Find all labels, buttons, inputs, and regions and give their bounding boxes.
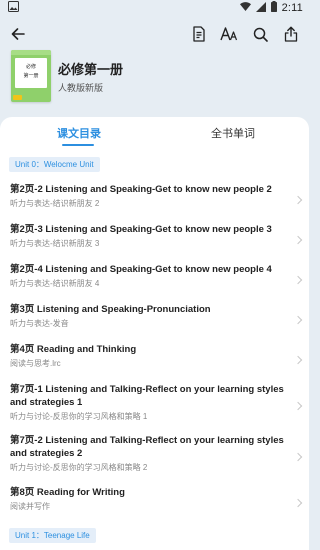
book-title: 必修第一册 [58,62,124,77]
lesson-item[interactable]: 第8页 Reading for Writing 阅读并写作 [10,486,309,512]
font-size-button[interactable] [217,22,241,46]
lesson-item[interactable]: 第2页-2 Listening and Speaking-Get to know… [10,183,309,209]
status-bar: 2:11 [0,0,309,16]
book-edition: 人教版新版 [58,83,104,93]
lesson-title: 第3页 Listening and Speaking-Pronunciation [10,304,211,315]
battery-icon [270,1,277,15]
content-card: 课文目录 全书单词 Unit 0：Welocme Unit 第2页-2 List… [0,117,309,550]
lesson-title: 第7页-1 Listening and Talking-Reflect on y… [10,384,284,408]
tab-table-of-contents[interactable]: 课文目录 [57,125,101,141]
book-cover-tag [13,95,22,100]
lesson-title: 第7页-2 Listening and Talking-Reflect on y… [10,435,284,459]
lesson-item[interactable]: 第4页 Reading and Thinking 阅读与思考.lrc [10,343,309,369]
lesson-subtitle: 听力与表达-结识新朋友 4 [10,279,100,288]
status-time: 2:11 [281,2,303,14]
lesson-subtitle: 听力与讨论-反思你的学习风格和策略 1 [10,412,148,421]
lesson-item[interactable]: 第7页-1 Listening and Talking-Reflect on y… [10,383,309,422]
unit-label: Unit 0：Welocme Unit [9,157,100,172]
unit-label: Unit 1：Teenage Life [9,528,96,543]
back-arrow-icon [11,28,25,40]
lesson-item[interactable]: 第2页-4 Listening and Speaking-Get to know… [10,263,309,289]
lesson-subtitle: 听力与表达-结识新朋友 2 [10,199,100,208]
image-notification-icon [8,1,19,15]
lesson-title: 第2页-2 Listening and Speaking-Get to know… [10,184,272,195]
book-cover-line1: 必修 [25,64,36,70]
lesson-title: 第2页-4 Listening and Speaking-Get to know… [10,264,272,275]
notes-icon [193,26,205,42]
share-icon [284,26,298,42]
lesson-subtitle: 阅读并写作 [10,502,50,511]
lesson-item[interactable]: 第2页-3 Listening and Speaking-Get to know… [10,223,309,249]
notes-button[interactable] [187,22,211,46]
toolbar [0,22,309,46]
chevron-right-icon [293,401,303,411]
active-tab-indicator [62,144,94,146]
lesson-subtitle: 听力与讨论-反思你的学习风格和策略 2 [10,463,148,472]
search-icon [253,27,268,42]
search-button[interactable] [248,22,272,46]
lesson-title: 第4页 Reading and Thinking [10,344,137,355]
lesson-title: 第2页-3 Listening and Speaking-Get to know… [10,224,272,235]
lesson-subtitle: 听力与表达-发音 [10,319,69,328]
lesson-title: 第8页 Reading for Writing [10,487,125,498]
lesson-item[interactable]: 第3页 Listening and Speaking-Pronunciation… [10,303,309,329]
share-button[interactable] [279,22,303,46]
book-cover-line2: 第一册 [23,73,39,79]
signal-icon [255,1,266,15]
lesson-subtitle: 听力与表达-结识新朋友 3 [10,239,100,248]
tab-book-vocabulary[interactable]: 全书单词 [211,125,255,141]
chevron-right-icon [293,452,303,462]
book-cover: 必修 第一册 [11,50,51,102]
back-button[interactable] [6,22,30,46]
lesson-item[interactable]: 第7页-2 Listening and Talking-Reflect on y… [10,434,309,473]
wifi-icon [239,2,251,14]
font-size-icon [220,27,238,41]
lesson-subtitle: 阅读与思考.lrc [10,359,61,368]
